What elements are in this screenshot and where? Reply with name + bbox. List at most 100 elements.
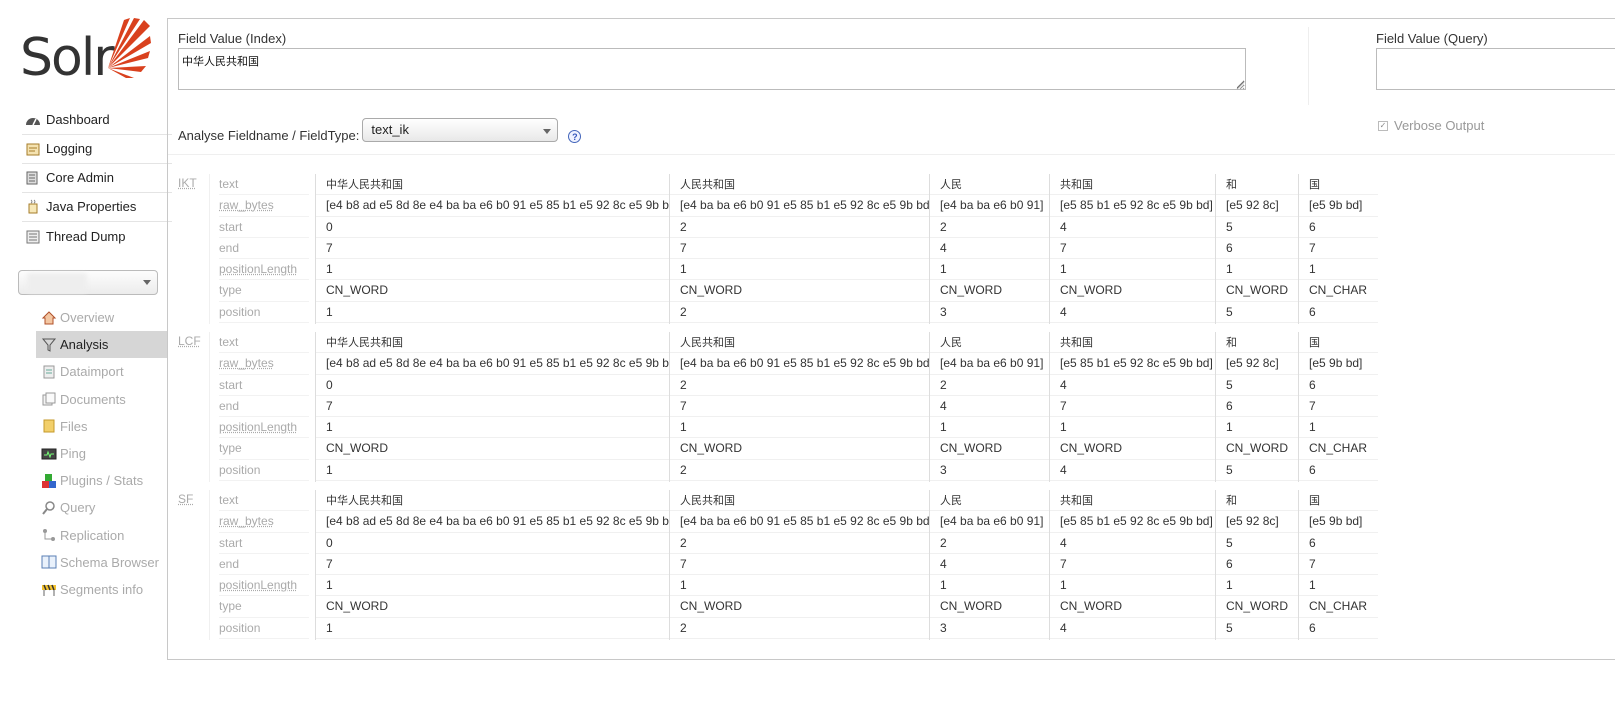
token-text: 中华人民共和国 bbox=[316, 490, 669, 512]
token-type: CN_WORD bbox=[1216, 596, 1298, 618]
core-menu-analysis[interactable]: Analysis bbox=[36, 331, 168, 359]
schema-icon bbox=[41, 554, 57, 570]
resize-grip-icon[interactable] bbox=[1236, 81, 1245, 90]
token-type: CN_CHAR bbox=[1299, 596, 1378, 618]
token-column: 和 [e5 92 8c] 5 6 1 CN_WORD 5 bbox=[1215, 490, 1298, 640]
token-column: 和 [e5 92 8c] 5 6 1 CN_WORD 5 bbox=[1215, 174, 1298, 324]
token-positionlength: 1 bbox=[930, 417, 1049, 439]
property-label: text bbox=[219, 490, 309, 512]
field-value-index-label: Field Value (Index) bbox=[178, 31, 287, 46]
core-menu-replication[interactable]: Replication bbox=[36, 522, 168, 549]
token-positionlength: 1 bbox=[316, 575, 669, 597]
token-text: 国 bbox=[1299, 332, 1378, 354]
token-start: 2 bbox=[930, 375, 1049, 396]
core-menu-label: Query bbox=[60, 500, 96, 516]
token-position: 3 bbox=[930, 302, 1049, 324]
token-end: 7 bbox=[1299, 238, 1378, 260]
core-menu-label: Files bbox=[60, 418, 88, 434]
token-positionlength: 1 bbox=[316, 259, 669, 281]
token-position: 4 bbox=[1050, 460, 1215, 482]
token-end: 7 bbox=[316, 238, 669, 260]
token-end: 6 bbox=[1216, 396, 1298, 418]
token-column: 人民共和国 [e4 ba ba e6 b0 91 e5 85 b1 e5 92 8… bbox=[669, 174, 929, 324]
logging-icon bbox=[25, 141, 41, 157]
token-start: 0 bbox=[316, 533, 669, 554]
token-raw_bytes: [e5 9b bd] bbox=[1299, 195, 1378, 217]
token-positionlength: 1 bbox=[930, 259, 1049, 281]
core-menu-ping[interactable]: Ping bbox=[36, 440, 168, 467]
core-menu-dataimport[interactable]: Dataimport bbox=[36, 358, 168, 385]
field-value-index-input[interactable]: 中华人民共和国 bbox=[178, 48, 1246, 90]
property-label: type bbox=[219, 596, 309, 618]
thread-dump-icon bbox=[25, 229, 41, 245]
nav-label: Dashboard bbox=[46, 112, 110, 127]
nav-item-dashboard[interactable]: Dashboard bbox=[22, 106, 172, 135]
field-value-query-input[interactable] bbox=[1376, 48, 1615, 90]
token-raw_bytes: [e5 85 b1 e5 92 8c e5 9b bd] bbox=[1050, 511, 1215, 533]
token-column: 共和国 [e5 85 b1 e5 92 8c e5 9b bd] 4 7 1 CN_WOR… bbox=[1049, 332, 1215, 482]
token-raw_bytes: [e4 b8 ad e5 8d 8e e4 ba ba e6 b0 91 e5 … bbox=[316, 195, 669, 217]
solr-logo[interactable]: Solr bbox=[18, 16, 153, 86]
property-label: start bbox=[219, 533, 309, 554]
token-position: 1 bbox=[316, 460, 669, 482]
checkbox-checked-icon[interactable]: ✓ bbox=[1378, 120, 1388, 131]
token-type: CN_WORD bbox=[316, 280, 669, 302]
token-raw_bytes: [e5 9b bd] bbox=[1299, 353, 1378, 375]
property-labels: text raw_bytes start end positionLength type p… bbox=[219, 332, 309, 482]
divider bbox=[168, 154, 1615, 155]
help-icon[interactable]: ? bbox=[568, 130, 582, 143]
token-raw_bytes: [e4 b8 ad e5 8d 8e e4 ba ba e6 b0 91 e5 … bbox=[316, 353, 669, 375]
nav-item-core-admin[interactable]: Core Admin bbox=[22, 164, 172, 193]
token-raw_bytes: [e5 92 8c] bbox=[1216, 195, 1298, 217]
solr-sun-icon bbox=[108, 18, 151, 78]
token-end: 7 bbox=[316, 396, 669, 418]
token-end: 4 bbox=[930, 554, 1049, 576]
divider bbox=[209, 490, 210, 640]
fieldtype-select[interactable]: text_ik bbox=[362, 117, 559, 142]
token-positionlength: 1 bbox=[670, 575, 929, 597]
token-positionlength: 1 bbox=[670, 259, 929, 281]
token-end: 7 bbox=[670, 554, 929, 576]
nav-item-thread-dump[interactable]: Thread Dump bbox=[22, 222, 172, 251]
token-raw_bytes: [e4 ba ba e6 b0 91] bbox=[930, 353, 1049, 375]
token-type: CN_WORD bbox=[316, 596, 669, 618]
token-start: 2 bbox=[670, 533, 929, 554]
property-label: type bbox=[219, 438, 309, 460]
core-selector[interactable] bbox=[18, 270, 158, 295]
dataimport-icon bbox=[41, 364, 57, 380]
core-menu-documents[interactable]: Documents bbox=[36, 386, 168, 413]
core-menu-overview[interactable]: Overview bbox=[36, 304, 168, 331]
token-positionlength: 1 bbox=[1216, 417, 1298, 439]
token-type: CN_WORD bbox=[1050, 280, 1215, 302]
token-raw_bytes: [e4 ba ba e6 b0 91 e5 85 b1 e5 92 8c e5 … bbox=[670, 195, 929, 217]
core-menu-schema-browser[interactable]: Schema Browser bbox=[36, 549, 168, 576]
token-position: 4 bbox=[1050, 302, 1215, 324]
token-position: 3 bbox=[930, 618, 1049, 640]
core-menu-plugins[interactable]: Plugins / Stats bbox=[36, 467, 168, 494]
analysis-panel: Field Value (Index) 中华人民共和国 Field Value … bbox=[167, 18, 1615, 660]
token-end: 4 bbox=[930, 238, 1049, 260]
token-text: 人民 bbox=[930, 490, 1049, 512]
token-positionlength: 1 bbox=[1050, 575, 1215, 597]
property-label: position bbox=[219, 460, 309, 482]
core-menu-label: Segments info bbox=[60, 581, 144, 597]
token-column: 国 [e5 9b bd] 6 7 1 CN_CHAR 6 bbox=[1298, 174, 1378, 324]
token-start: 0 bbox=[316, 375, 669, 396]
core-menu-query[interactable]: Query bbox=[36, 494, 168, 521]
nav-item-java-properties[interactable]: Java Properties bbox=[22, 193, 172, 222]
token-start: 5 bbox=[1216, 217, 1298, 238]
token-type: CN_WORD bbox=[1050, 596, 1215, 618]
token-end: 6 bbox=[1216, 238, 1298, 260]
nav-item-logging[interactable]: Logging bbox=[22, 135, 172, 164]
token-positionlength: 1 bbox=[1299, 259, 1378, 281]
fieldtype-value: text_ik bbox=[371, 121, 409, 137]
token-start: 6 bbox=[1299, 217, 1378, 238]
core-menu-files[interactable]: Files bbox=[36, 413, 168, 440]
token-type: CN_WORD bbox=[1216, 438, 1298, 460]
token-positionlength: 1 bbox=[1216, 575, 1298, 597]
verbose-output-toggle[interactable]: ✓ Verbose Output bbox=[1378, 118, 1484, 133]
token-position: 6 bbox=[1299, 460, 1378, 482]
token-raw_bytes: [e5 85 b1 e5 92 8c e5 9b bd] bbox=[1050, 353, 1215, 375]
core-menu-segments-info[interactable]: Segments info bbox=[36, 576, 168, 603]
nav-label: Core Admin bbox=[46, 170, 114, 185]
